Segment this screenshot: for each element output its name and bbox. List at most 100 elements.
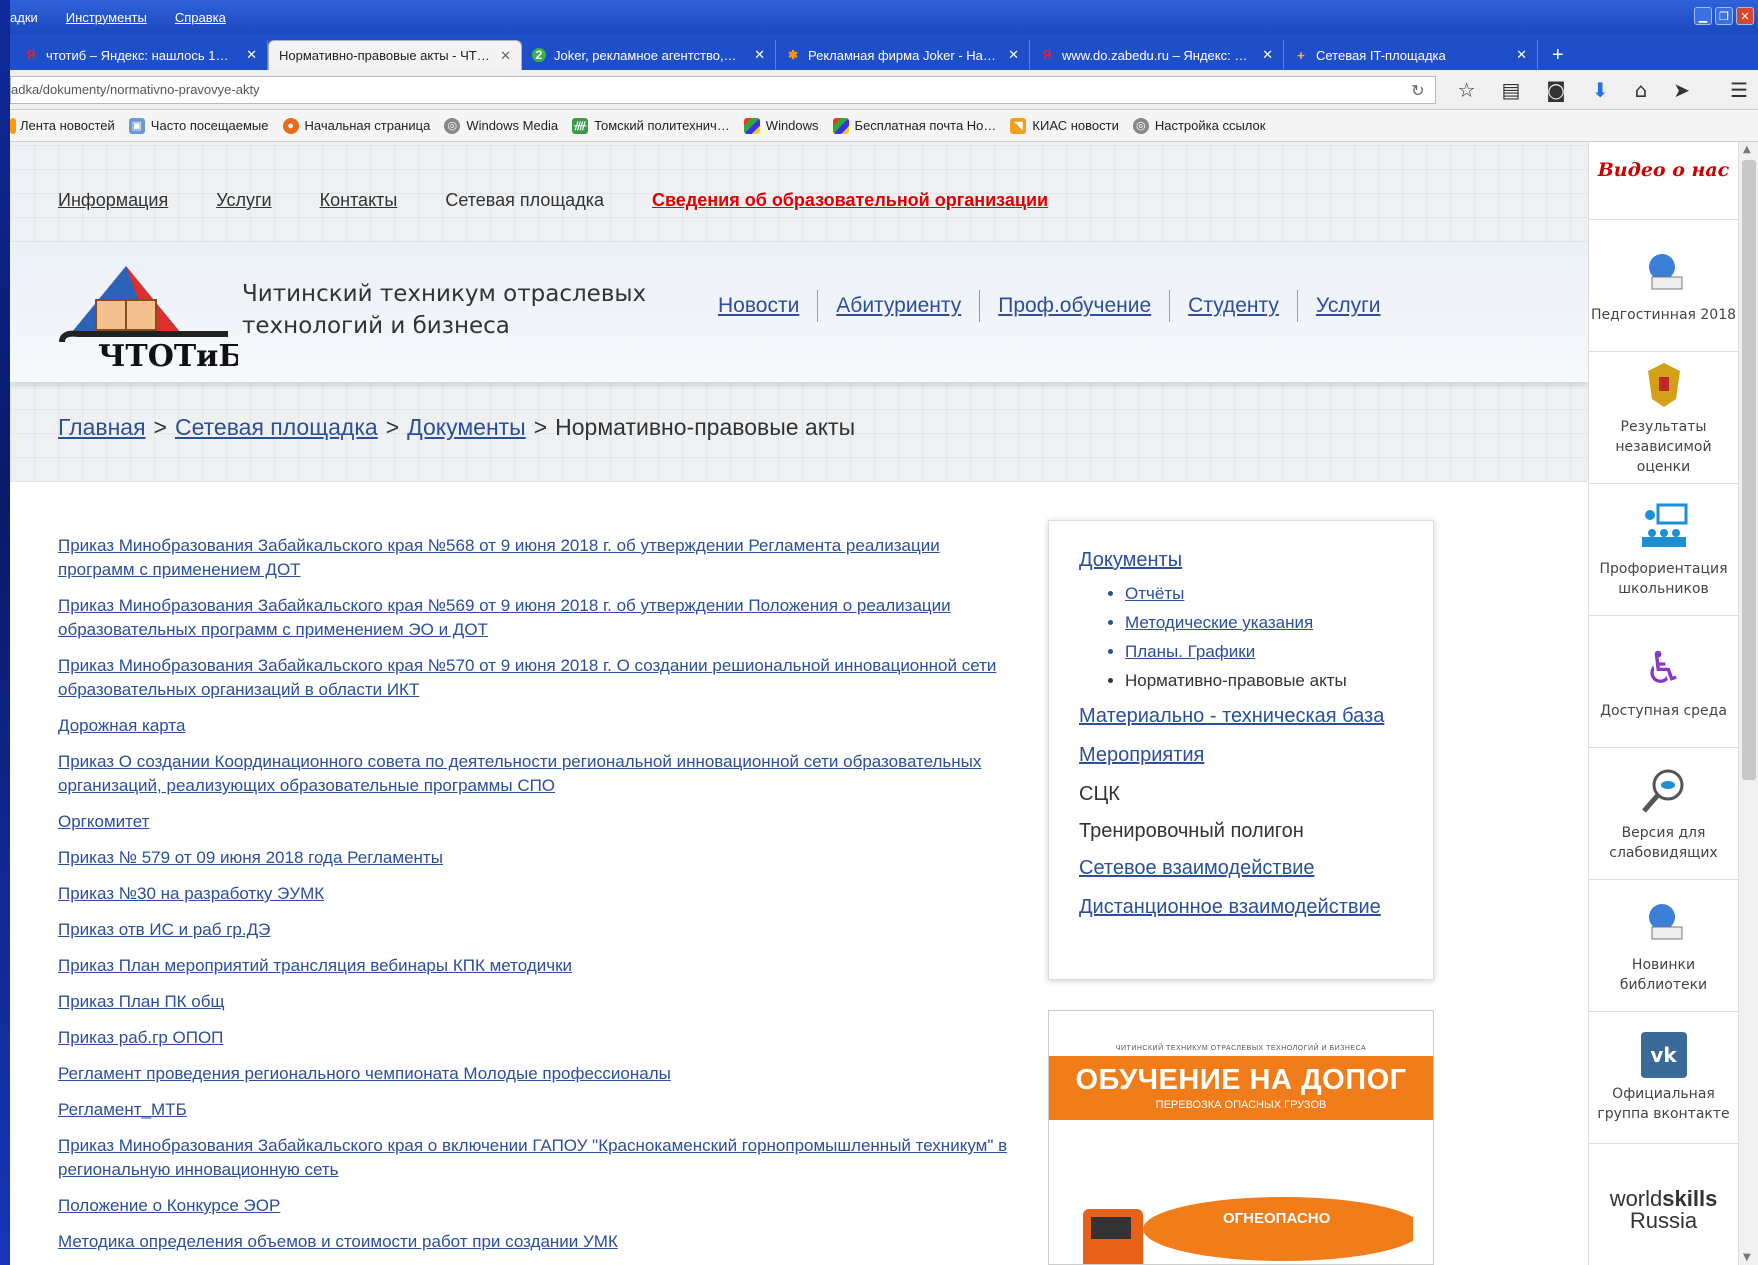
- tab-it-platform[interactable]: ᚐ Сетевая IT-площадка ✕: [1284, 40, 1538, 70]
- quick-link-library-news[interactable]: Новинки библиотеки: [1589, 880, 1738, 1012]
- document-link[interactable]: Приказ раб.гр ОПОП: [58, 1026, 1018, 1050]
- close-window-icon[interactable]: ✕: [1736, 7, 1754, 25]
- sidebar-guidelines[interactable]: Методические указания: [1125, 613, 1313, 632]
- quick-link-video[interactable]: Видео о нас: [1589, 142, 1738, 220]
- document-link[interactable]: Приказ Минобразования Забайкальского кра…: [58, 594, 1018, 642]
- quick-link-pedgostinnaya[interactable]: Педгостинная 2018: [1589, 220, 1738, 352]
- bookmark-kias[interactable]: ◥ КИАС новости: [1010, 117, 1119, 134]
- home-icon[interactable]: ⌂: [1635, 78, 1648, 102]
- tab-close-icon[interactable]: ✕: [246, 47, 257, 63]
- bookmark-hotmail[interactable]: Бесплатная почта Ho…: [832, 117, 997, 134]
- bookmark-settings[interactable]: ◎ Настройка ссылок: [1132, 117, 1265, 134]
- new-tab-button[interactable]: +: [1552, 40, 1564, 70]
- document-link[interactable]: Приказ №30 на разработку ЭУМК: [58, 882, 1018, 906]
- tab-zabedu-search[interactable]: Я www.do.zabedu.ru – Яндекс: … ✕: [1030, 40, 1284, 70]
- bookmark-start[interactable]: ● Начальная страница: [282, 117, 430, 134]
- vk-icon: vk: [1640, 1031, 1687, 1078]
- document-link[interactable]: Приказ Минобразования Забайкальского кра…: [58, 654, 1018, 702]
- sidebar-mtb[interactable]: Материально - техническая база: [1079, 705, 1403, 728]
- menu-bookmarks[interactable]: адки: [10, 10, 38, 25]
- scroll-up-icon[interactable]: ▲: [1743, 144, 1751, 155]
- document-link[interactable]: Дорожная карта: [58, 714, 1018, 738]
- menu-help[interactable]: Справка: [175, 10, 226, 25]
- tab-normative-acts[interactable]: Нормативно-правовые акты - ЧТ… ✕: [268, 40, 522, 70]
- pocket-icon[interactable]: ◙: [1546, 78, 1565, 102]
- sidebar-plans[interactable]: Планы. Графики: [1125, 642, 1255, 661]
- globe-book-icon: [1638, 897, 1690, 949]
- maximize-icon[interactable]: ❐: [1715, 7, 1733, 25]
- bookmark-tpu[interactable]: ᚎ Томский политехнич…: [572, 117, 730, 134]
- tab-yandex-search[interactable]: Я чтотиб – Яндекс: нашлось 1… ✕: [14, 40, 268, 70]
- topnav-edu-info[interactable]: Сведения об образовательной организации: [652, 190, 1048, 211]
- page-scrollbar[interactable]: ▲ ▼: [1738, 142, 1758, 1265]
- breadcrumb-docs[interactable]: Документы: [407, 414, 526, 441]
- scroll-thumb[interactable]: [1742, 160, 1756, 780]
- site-logo[interactable]: ЧТОТиБ: [58, 262, 238, 372]
- reading-list-icon[interactable]: ▤: [1502, 78, 1521, 102]
- sidebar-sck[interactable]: СЦК: [1079, 783, 1403, 806]
- document-link[interactable]: Регламент_МТБ: [58, 1098, 1018, 1122]
- document-link[interactable]: Положение о Конкурсе ЭОР: [58, 1194, 1018, 1218]
- bookmark-windows-media[interactable]: ◎ Windows Media: [444, 117, 558, 134]
- document-link[interactable]: Методика определения объемов и стоимости…: [58, 1230, 1018, 1254]
- topnav-services[interactable]: Услуги: [216, 190, 271, 211]
- topnav-network[interactable]: Сетевая площадка: [445, 190, 604, 211]
- send-icon[interactable]: ➤: [1673, 78, 1690, 102]
- document-link[interactable]: Приказ План ПК общ: [58, 990, 1018, 1014]
- tab-close-icon[interactable]: ✕: [1008, 47, 1019, 63]
- sidebar-docs[interactable]: Документы: [1079, 549, 1403, 572]
- bookmark-windows[interactable]: Windows: [743, 117, 819, 134]
- page-main: Информация Услуги Контакты Сетевая площа…: [10, 142, 1588, 1265]
- sidebar-subitem: Планы. Графики: [1125, 642, 1403, 662]
- document-link[interactable]: Приказ Минобразования Забайкальского кра…: [58, 534, 1018, 582]
- document-link[interactable]: Приказ План мероприятий трансляция вебин…: [58, 954, 1018, 978]
- quick-link-vk-group[interactable]: vk Официальная группа вконтакте: [1589, 1012, 1738, 1144]
- menu-prof-training[interactable]: Проф.обучение: [980, 290, 1171, 322]
- firefox-icon: ●: [282, 117, 299, 134]
- scroll-down-icon[interactable]: ▼: [1743, 1252, 1751, 1263]
- quick-link-career-guidance[interactable]: Профориентация школьников: [1589, 484, 1738, 616]
- bookmark-label: Бесплатная почта Ho…: [854, 118, 997, 133]
- tab-joker-agency[interactable]: 2 Joker, рекламное агентство,… ✕: [522, 40, 776, 70]
- bookmark-news[interactable]: Лента новостей: [10, 117, 115, 134]
- sidebar-network[interactable]: Сетевое взаимодействие: [1079, 857, 1403, 880]
- minimize-icon[interactable]: ▁: [1694, 7, 1712, 25]
- menu-services[interactable]: Услуги: [1298, 290, 1399, 322]
- download-icon[interactable]: ⬇: [1592, 78, 1609, 102]
- url-bar[interactable]: adka/dokumenty/normativno-pravovye-akty …: [10, 75, 1436, 104]
- quick-link-independent-rating[interactable]: Результаты независимой оценки: [1589, 352, 1738, 484]
- menu-student[interactable]: Студенту: [1170, 290, 1298, 322]
- topnav-info[interactable]: Информация: [58, 190, 168, 211]
- breadcrumb-network[interactable]: Сетевая площадка: [175, 414, 378, 441]
- document-link[interactable]: Приказ № 579 от 09 июня 2018 года Реглам…: [58, 846, 1018, 870]
- tab-close-icon[interactable]: ✕: [1262, 47, 1273, 63]
- quick-link-accessibility[interactable]: ♿ Доступная среда: [1589, 616, 1738, 748]
- quick-link-low-vision[interactable]: Версия для слабовидящих: [1589, 748, 1738, 880]
- document-link[interactable]: Оргкомитет: [58, 810, 1018, 834]
- tab-joker-firm[interactable]: ✱ Рекламная фирма Joker - На… ✕: [776, 40, 1030, 70]
- dopog-banner[interactable]: ЧИТИНСКИЙ ТЕХНИКУМ ОТРАСЛЕВЫХ ТЕХНОЛОГИЙ…: [1048, 1010, 1434, 1265]
- bookmark-frequent[interactable]: ▣ Часто посещаемые: [128, 117, 269, 134]
- document-link[interactable]: Приказ отв ИС и раб гр.ДЭ: [58, 918, 1018, 942]
- document-link[interactable]: Приказ О создании Координационного совет…: [58, 750, 1018, 798]
- sidebar-subitem: Отчёты: [1125, 584, 1403, 604]
- bookmark-star-icon[interactable]: ☆: [1458, 78, 1476, 102]
- document-link[interactable]: Регламент проведения регионального чемпи…: [58, 1062, 1018, 1086]
- tab-close-icon[interactable]: ✕: [754, 47, 765, 63]
- tab-title: чтотиб – Яндекс: нашлось 1…: [46, 47, 229, 63]
- topnav-contacts[interactable]: Контакты: [320, 190, 398, 211]
- menu-news[interactable]: Новости: [700, 290, 819, 322]
- reload-icon[interactable]: ↻: [1411, 81, 1424, 101]
- quick-link-worldskills[interactable]: worldskills Russia: [1589, 1144, 1738, 1265]
- sidebar-reports[interactable]: Отчёты: [1125, 584, 1184, 603]
- breadcrumb-home[interactable]: Главная: [58, 414, 146, 441]
- menu-applicant[interactable]: Абитуриенту: [818, 290, 981, 322]
- tab-close-icon[interactable]: ✕: [500, 48, 511, 64]
- sidebar-polygon[interactable]: Тренировочный полигон: [1079, 820, 1403, 843]
- sidebar-events[interactable]: Мероприятия: [1079, 744, 1403, 767]
- menu-tools[interactable]: Инструменты: [66, 10, 147, 25]
- sidebar-distance[interactable]: Дистанционное взаимодействие: [1079, 896, 1403, 919]
- menu-icon[interactable]: ☰: [1730, 78, 1748, 102]
- tab-close-icon[interactable]: ✕: [1516, 47, 1527, 63]
- document-link[interactable]: Приказ Минобразования Забайкальского кра…: [58, 1134, 1018, 1182]
